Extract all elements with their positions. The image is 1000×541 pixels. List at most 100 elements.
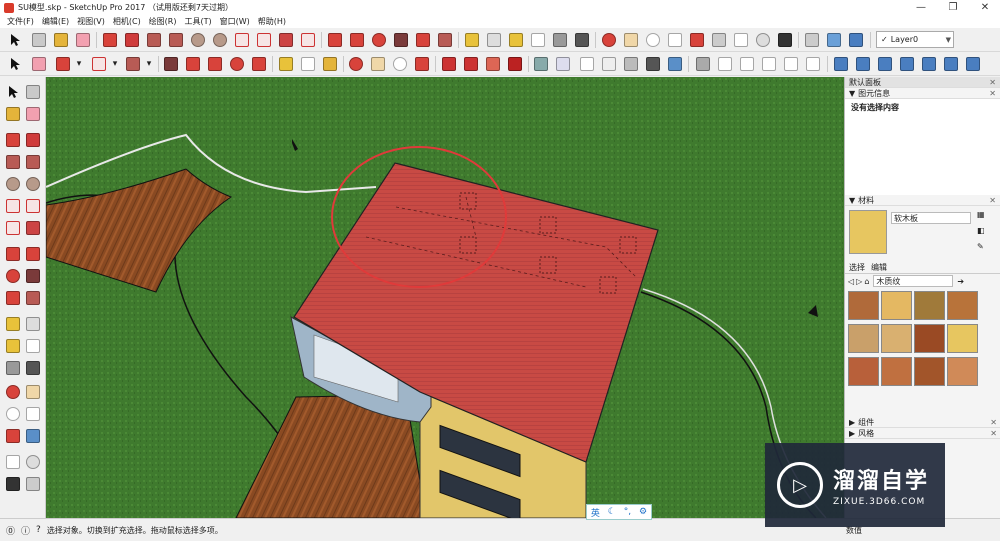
freehand-icon[interactable]: [123, 31, 141, 49]
3d-text-icon[interactable]: [573, 31, 591, 49]
minimize-icon[interactable]: —: [906, 0, 936, 15]
rotated-rectangle-icon[interactable]: [167, 31, 185, 49]
material-swatch[interactable]: [848, 357, 879, 386]
follow-me-icon[interactable]: [392, 31, 410, 49]
followme-tool-icon[interactable]: [24, 267, 42, 285]
tab-edit[interactable]: 编辑: [871, 262, 887, 273]
credits-icon[interactable]: ⓘ: [21, 524, 30, 537]
material-swatch[interactable]: [848, 291, 879, 320]
material-swatch[interactable]: [881, 291, 912, 320]
restore-icon[interactable]: ❐: [938, 0, 968, 15]
settings-gear-icon[interactable]: ⚙: [639, 507, 647, 517]
section-plane-icon[interactable]: [803, 31, 821, 49]
prev-view-tool-icon[interactable]: [24, 427, 42, 445]
offset-2-icon[interactable]: [184, 55, 202, 73]
dim-tool-icon[interactable]: [24, 315, 42, 333]
push-pull-icon[interactable]: [348, 31, 366, 49]
back-edges-icon[interactable]: [554, 55, 572, 73]
sample-paint-icon[interactable]: ✎: [977, 242, 984, 251]
tape-tool-icon[interactable]: [4, 315, 22, 333]
material-swatch[interactable]: [848, 324, 879, 353]
model-viewport[interactable]: [46, 77, 844, 518]
warehouse-icon[interactable]: [440, 55, 458, 73]
walk-icon[interactable]: [776, 31, 794, 49]
menu-file[interactable]: 文件(F): [3, 16, 38, 27]
circle-tool-icon[interactable]: [4, 175, 22, 193]
pushpull-tool-icon[interactable]: [24, 245, 42, 263]
menu-help[interactable]: 帮助(H): [254, 16, 290, 27]
menu-tools[interactable]: 工具(T): [181, 16, 216, 27]
rect-tool-icon[interactable]: [4, 153, 22, 171]
scale-2-icon[interactable]: [250, 55, 268, 73]
pan-2-icon[interactable]: [369, 55, 387, 73]
arc2-tool-icon[interactable]: [24, 197, 42, 215]
paint-bucket-2-icon[interactable]: [321, 55, 339, 73]
eraser-icon[interactable]: [74, 31, 92, 49]
rotate-2-icon[interactable]: [228, 55, 246, 73]
arc-icon[interactable]: [233, 31, 251, 49]
protractor-icon[interactable]: [507, 31, 525, 49]
three-point-arc-icon[interactable]: [299, 31, 317, 49]
arc-tool-icon[interactable]: [4, 197, 22, 215]
move-icon[interactable]: [326, 31, 344, 49]
position-camera-tool-icon[interactable]: [4, 453, 22, 471]
help-icon[interactable]: ?: [36, 525, 41, 535]
forward-arrow-icon[interactable]: ▷: [856, 277, 862, 286]
zoom-icon[interactable]: [644, 31, 662, 49]
menu-view[interactable]: 视图(V): [73, 16, 109, 27]
material-swatch[interactable]: [881, 324, 912, 353]
rot-rect-tool-icon[interactable]: [24, 153, 42, 171]
orbit-tool-icon[interactable]: [4, 383, 22, 401]
entity-info-close-icon[interactable]: ✕: [989, 89, 996, 98]
3dtext-tool-icon[interactable]: [24, 359, 42, 377]
pie-icon[interactable]: [277, 31, 295, 49]
library-select[interactable]: 木质纹: [873, 275, 954, 287]
menu-window[interactable]: 窗口(W): [216, 16, 254, 27]
axes-tool-icon[interactable]: [4, 359, 22, 377]
shaded-textures-icon[interactable]: [644, 55, 662, 73]
material-swatch[interactable]: [947, 291, 978, 320]
menu-edit[interactable]: 编辑(E): [38, 16, 73, 27]
materials-close-icon[interactable]: ✕: [989, 196, 996, 205]
pencil-icon[interactable]: [101, 31, 119, 49]
polygon-icon[interactable]: [211, 31, 229, 49]
select-tool-2-icon[interactable]: [6, 55, 24, 73]
material-swatch[interactable]: [881, 357, 912, 386]
select-icon[interactable]: [4, 83, 22, 101]
rectangle-icon[interactable]: [145, 31, 163, 49]
protractor-tool-icon[interactable]: [4, 337, 22, 355]
freehand-tool-icon[interactable]: [24, 131, 42, 149]
scale-tool-icon[interactable]: [4, 289, 22, 307]
tape-measure-2-icon[interactable]: [277, 55, 295, 73]
shaded-icon[interactable]: [622, 55, 640, 73]
orbit-2-icon[interactable]: [347, 55, 365, 73]
two-point-arc-icon[interactable]: [255, 31, 273, 49]
materials-header[interactable]: ▼ 材料 ✕: [845, 195, 1000, 206]
front-view-icon[interactable]: [738, 55, 756, 73]
zoom-window-icon[interactable]: [666, 31, 684, 49]
layer-select[interactable]: ✓ Layer0 ▼: [876, 31, 954, 48]
solid-inspector-icon[interactable]: [964, 55, 982, 73]
left-view-icon[interactable]: [804, 55, 822, 73]
select-tool-icon[interactable]: [6, 31, 24, 49]
back-arrow-icon[interactable]: ◁: [848, 277, 854, 286]
lookaround-tool-icon[interactable]: [24, 453, 42, 471]
zoom-window-tool-icon[interactable]: [24, 405, 42, 423]
union-icon[interactable]: [832, 55, 850, 73]
menu-draw[interactable]: 绘图(R): [145, 16, 181, 27]
move-tool-icon[interactable]: [4, 245, 22, 263]
subtract-icon[interactable]: [854, 55, 872, 73]
look-around-icon[interactable]: [754, 31, 772, 49]
tray-close-icon[interactable]: ✕: [989, 78, 996, 87]
extension-warehouse-icon[interactable]: [506, 55, 524, 73]
details-arrow-icon[interactable]: ➔: [957, 277, 964, 286]
default-material-icon[interactable]: ◧: [977, 226, 985, 235]
styles-close-icon[interactable]: ✕: [990, 429, 997, 438]
paint-bucket-icon[interactable]: [52, 31, 70, 49]
arc-dropdown-icon[interactable]: ▾: [106, 55, 124, 73]
text-tool-icon[interactable]: [529, 31, 547, 49]
shape-dropdown-icon[interactable]: ▾: [140, 55, 158, 73]
material-swatch[interactable]: [947, 324, 978, 353]
dimension-icon[interactable]: [485, 31, 503, 49]
trim-icon[interactable]: [876, 55, 894, 73]
